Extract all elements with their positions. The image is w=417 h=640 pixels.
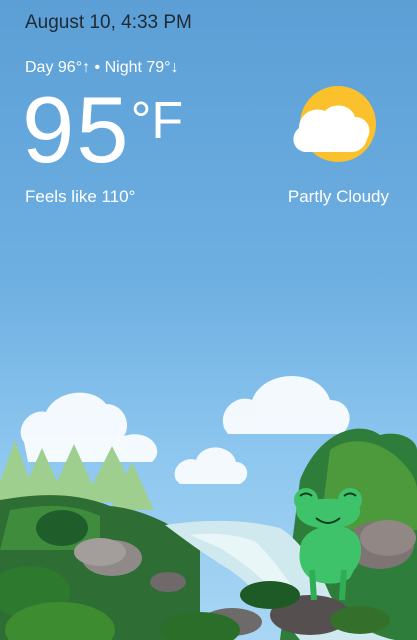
day-night-temps: Day 96°↑ • Night 79°↓ — [25, 59, 179, 76]
condition-label: Partly Cloudy — [287, 187, 389, 206]
partly-cloudy-icon — [293, 86, 376, 162]
scenery-illustration — [0, 376, 417, 640]
temperature-value: 95 — [22, 77, 131, 182]
feels-like: Feels like 110° — [25, 187, 136, 206]
current-temperature: 95°F — [22, 83, 183, 177]
date-time: August 10, 4:33 PM — [25, 12, 192, 33]
temperature-unit: °F — [130, 92, 184, 150]
